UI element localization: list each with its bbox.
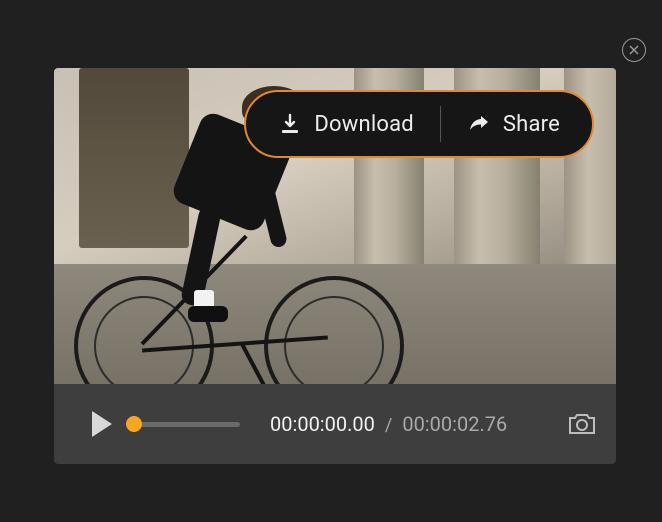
current-time: 00:00:00.00 [270, 412, 375, 436]
close-button[interactable] [622, 38, 646, 62]
video-preview[interactable]: Download Share [54, 68, 616, 384]
share-button[interactable]: Share [459, 112, 568, 137]
download-icon [278, 112, 302, 136]
download-button[interactable]: Download [270, 112, 422, 137]
video-player: Download Share 00:00:00.00 / 00:00:02.76 [54, 68, 616, 464]
share-icon [467, 112, 491, 136]
action-bar: Download Share [244, 90, 594, 158]
player-controls: 00:00:00.00 / 00:00:02.76 [54, 384, 616, 464]
progress-thumb[interactable] [126, 416, 142, 432]
time-display: 00:00:00.00 / 00:00:02.76 [270, 412, 507, 436]
camera-icon [566, 408, 598, 440]
snapshot-button[interactable] [566, 408, 598, 440]
time-separator: / [385, 415, 392, 436]
close-icon [628, 44, 640, 56]
play-button[interactable] [92, 411, 112, 437]
share-label: Share [503, 112, 560, 137]
download-label: Download [314, 112, 414, 137]
divider [440, 106, 441, 142]
progress-bar[interactable] [134, 422, 240, 427]
total-time: 00:00:02.76 [402, 412, 507, 436]
